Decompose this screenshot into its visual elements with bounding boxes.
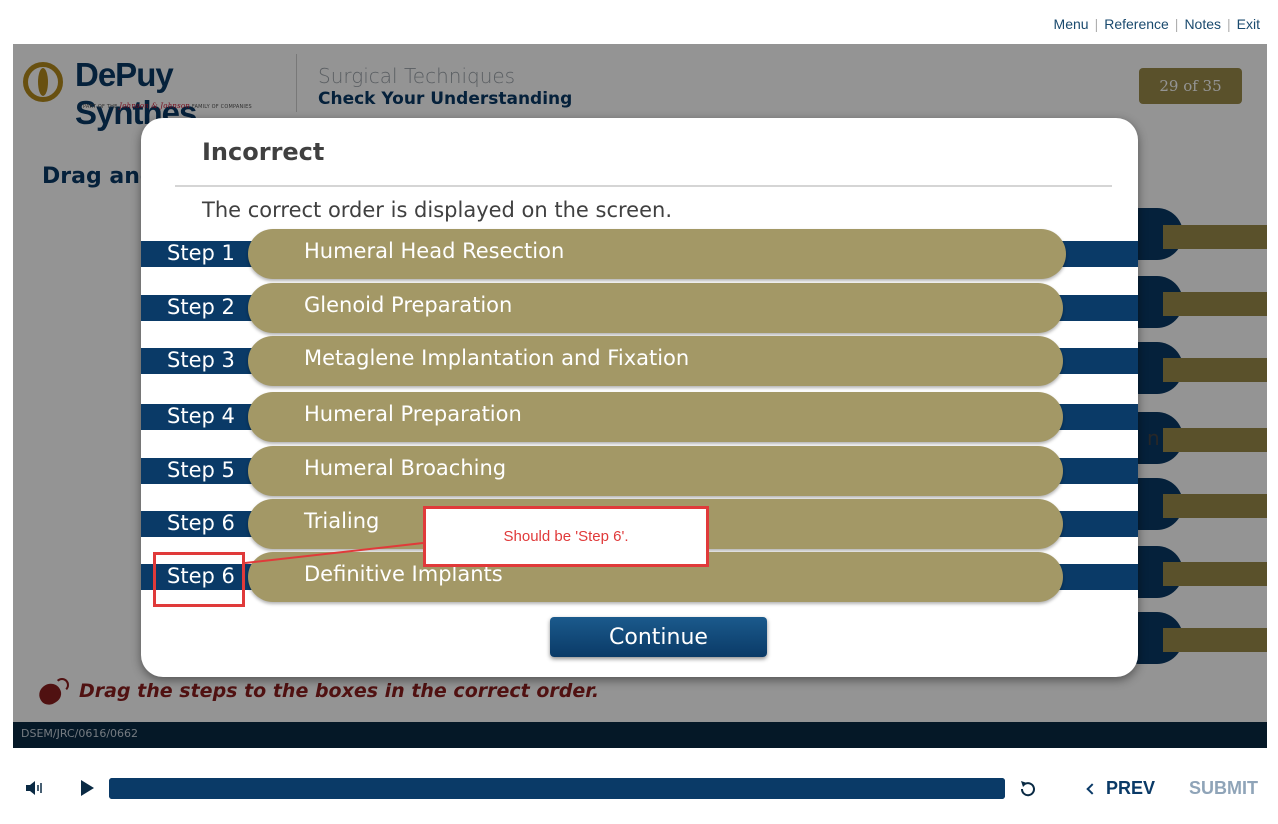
step-label: Step 2 — [167, 295, 235, 319]
step-row: Step 2 Glenoid Preparation — [141, 283, 1138, 333]
step-label: Step 3 — [167, 348, 235, 372]
step-row: Step 4 Humeral Preparation — [141, 392, 1138, 442]
step-text: Metaglene Implantation and Fixation — [304, 346, 690, 370]
step-pill: Humeral Preparation — [248, 392, 1063, 442]
exit-link[interactable]: Exit — [1237, 16, 1260, 32]
menu-link[interactable]: Menu — [1054, 16, 1089, 32]
volume-icon[interactable] — [25, 779, 45, 797]
step-pill: Glenoid Preparation — [248, 283, 1063, 333]
step-pill: Humeral Head Resection — [248, 229, 1066, 279]
modal-message: The correct order is displayed on the sc… — [202, 198, 673, 222]
prev-button[interactable]: PREV — [1086, 778, 1156, 799]
top-navigation: Menu | Reference | Notes | Exit — [1054, 16, 1260, 32]
step-text: Trialing — [304, 509, 380, 533]
progress-fill — [109, 778, 1005, 799]
step-label: Step 1 — [167, 241, 235, 265]
step-label: Step 4 — [167, 404, 235, 428]
player-bar: PREV SUBMIT — [0, 760, 1278, 820]
reference-link[interactable]: Reference — [1104, 16, 1169, 32]
step-row: Step 1 Humeral Head Resection — [141, 229, 1138, 279]
highlight-box — [153, 552, 245, 607]
step-row: Step 5 Humeral Broaching — [141, 446, 1138, 496]
nav-divider: | — [1227, 16, 1231, 32]
annotation-callout: Should be 'Step 6'. — [423, 506, 709, 567]
step-row: Step 3 Metaglene Implantation and Fixati… — [141, 336, 1138, 386]
prev-label: PREV — [1106, 778, 1156, 798]
step-text: Glenoid Preparation — [304, 293, 513, 317]
step-text: Humeral Head Resection — [304, 239, 565, 263]
submit-button[interactable]: SUBMIT — [1189, 778, 1258, 799]
step-text: Humeral Preparation — [304, 402, 522, 426]
notes-link[interactable]: Notes — [1184, 16, 1221, 32]
replay-icon[interactable] — [1017, 778, 1039, 800]
step-label: Step 6 — [167, 511, 235, 535]
play-icon[interactable] — [81, 780, 94, 796]
step-label: Step 5 — [167, 458, 235, 482]
modal-title: Incorrect — [202, 138, 325, 166]
nav-divider: | — [1094, 16, 1099, 32]
step-pill: Metaglene Implantation and Fixation — [248, 336, 1063, 386]
progress-bar[interactable] — [109, 778, 1005, 799]
step-pill: Humeral Broaching — [248, 446, 1063, 496]
feedback-modal: Incorrect The correct order is displayed… — [141, 118, 1138, 677]
step-text: Humeral Broaching — [304, 456, 507, 480]
modal-divider — [175, 185, 1112, 187]
chevron-left-icon — [1086, 783, 1098, 795]
continue-button[interactable]: Continue — [550, 617, 767, 657]
nav-divider: | — [1174, 16, 1179, 32]
